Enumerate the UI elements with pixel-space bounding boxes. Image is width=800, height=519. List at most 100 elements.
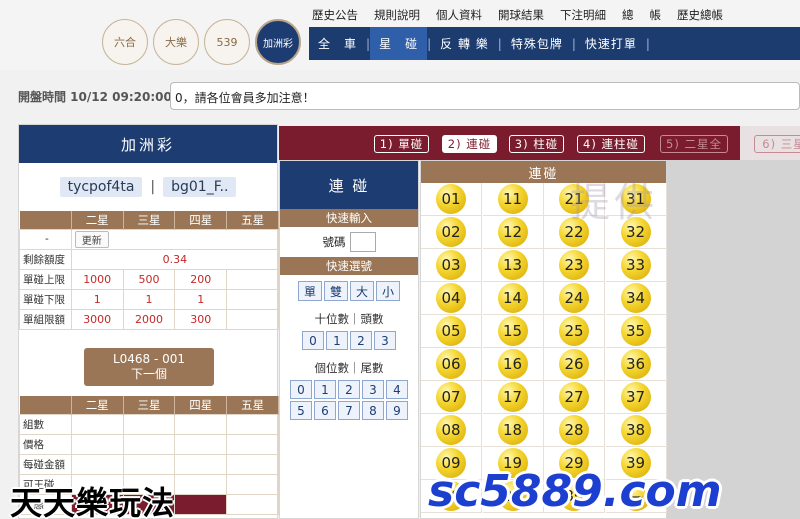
limit-value	[226, 268, 279, 290]
ball-cell: 23	[544, 249, 605, 282]
row-label: 每碰金額	[19, 453, 72, 475]
game-539[interactable]: 539	[204, 19, 250, 65]
col-header: 五星	[226, 396, 279, 414]
units-digit[interactable]: 4	[386, 380, 408, 399]
number-ball[interactable]: 14	[497, 283, 528, 313]
tens-digit[interactable]: 1	[326, 331, 348, 350]
nav-quick-bet[interactable]: 快速打單	[576, 27, 646, 60]
number-ball[interactable]: 18	[497, 415, 528, 445]
limit-value: 1000	[70, 268, 124, 290]
units-digits: 0 1 2 3 4 5 6 7 8 9	[289, 380, 409, 420]
refresh-dash: -	[19, 228, 72, 250]
tens-digit[interactable]: 2	[350, 331, 372, 350]
link-total[interactable]: 總	[622, 7, 634, 23]
number-ball[interactable]: 07	[436, 382, 466, 412]
units-digit[interactable]: 3	[362, 380, 384, 399]
number-ball[interactable]: 04	[436, 283, 466, 313]
link-history-notice[interactable]: 歷史公告	[312, 7, 358, 23]
refresh-button[interactable]: 更新	[74, 230, 109, 248]
link-account[interactable]: 帳	[650, 7, 662, 23]
ball-cell: 18	[482, 414, 544, 447]
announcement-bar: 開盤時間 10/12 09:20:00 0，請各位會員多加注意！	[0, 70, 800, 122]
tab-three-star[interactable]: 6) 三星	[754, 135, 800, 153]
number-ball[interactable]: 23	[559, 250, 589, 280]
number-ball[interactable]: 28	[559, 415, 589, 445]
top-links: 歷史公告 規則說明 個人資料 開球結果 下注明細 總 帳 歷史總帳	[312, 7, 739, 23]
game-dale[interactable]: 大樂	[153, 19, 199, 65]
ball-cell: 26	[544, 348, 605, 381]
odd-button[interactable]: 單	[298, 281, 322, 301]
ball-cell: 08	[421, 414, 482, 447]
number-ball[interactable]: 35	[620, 316, 651, 346]
quick-input-header: 快速輸入	[280, 209, 418, 227]
nav-reverse[interactable]: 反 轉 樂	[431, 27, 498, 60]
link-history-account[interactable]: 歷史總帳	[677, 7, 723, 23]
announcement-text: 0，請各位會員多加注意！	[170, 82, 800, 110]
nav-full[interactable]: 全 車	[309, 27, 366, 60]
game-liuhe[interactable]: 六合	[102, 19, 148, 65]
units-digit[interactable]: 1	[314, 380, 336, 399]
number-ball[interactable]: 26	[559, 349, 589, 379]
link-profile[interactable]: 個人資料	[436, 7, 482, 23]
units-digit[interactable]: 6	[314, 401, 336, 420]
number-ball[interactable]: 16	[497, 349, 528, 379]
tab-column[interactable]: 3) 柱碰	[509, 135, 564, 153]
number-ball[interactable]: 15	[497, 316, 528, 346]
link-bet-detail[interactable]: 下注明細	[560, 7, 606, 23]
units-digit[interactable]: 8	[362, 401, 384, 420]
units-digit[interactable]: 7	[338, 401, 360, 420]
tens-digit[interactable]: 0	[302, 331, 324, 350]
ball-cell: 11	[482, 183, 544, 216]
user-separator: |	[150, 179, 156, 195]
next-button[interactable]: L0468 - 001 下一個	[84, 348, 214, 386]
link-rules[interactable]: 規則說明	[374, 7, 420, 23]
units-digit[interactable]: 5	[290, 401, 312, 420]
left-panel: 加洲彩 tycpof4ta | bg01_F.. 二星 三星 四星 五星 - 更…	[18, 124, 280, 519]
game-california[interactable]: 加洲彩	[255, 19, 301, 65]
nav-star-hit[interactable]: 星 碰	[370, 27, 428, 60]
units-digit[interactable]: 9	[386, 401, 408, 420]
ball-cell: 02	[421, 216, 482, 249]
number-ball[interactable]: 11	[497, 184, 528, 214]
number-ball[interactable]: 38	[620, 415, 651, 445]
game-selector: 六合 大樂 539 加洲彩	[102, 19, 301, 65]
row-label: 剩餘額度	[19, 248, 72, 270]
number-ball[interactable]: 27	[559, 382, 589, 412]
number-ball[interactable]: 12	[497, 217, 528, 247]
big-button[interactable]: 大	[350, 281, 374, 301]
units-digit[interactable]: 0	[290, 380, 312, 399]
tab-two-star-all[interactable]: 5) 二星全	[660, 135, 728, 153]
nav-separator: |	[645, 36, 650, 51]
ball-cell: 34	[605, 282, 667, 315]
number-ball[interactable]: 33	[620, 250, 651, 280]
ball-cell: 01	[421, 183, 482, 216]
even-button[interactable]: 雙	[324, 281, 348, 301]
small-button[interactable]: 小	[376, 281, 400, 301]
number-ball[interactable]: 05	[436, 316, 466, 346]
number-ball[interactable]: 25	[559, 316, 589, 346]
number-ball[interactable]: 13	[497, 250, 528, 280]
number-ball[interactable]: 17	[497, 382, 528, 412]
number-ball[interactable]: 06	[436, 349, 466, 379]
number-ball[interactable]: 36	[620, 349, 651, 379]
tab-single[interactable]: 1) 單碰	[374, 135, 429, 153]
number-input[interactable]	[349, 232, 376, 252]
nav-special[interactable]: 特殊包牌	[502, 27, 572, 60]
units-digit[interactable]: 2	[338, 380, 360, 399]
tab-consecutive-column[interactable]: 4) 連柱碰	[577, 135, 645, 153]
number-ball[interactable]: 34	[620, 283, 651, 313]
number-ball[interactable]: 37	[620, 382, 651, 412]
number-ball[interactable]: 08	[436, 415, 466, 445]
number-ball[interactable]: 03	[436, 250, 466, 280]
quick-panel: 連 碰 快速輸入 號碼 快速選號 單 雙 大 小 十位數｜頭數 0 1 2 3 …	[279, 160, 419, 519]
ball-cell: 14	[482, 282, 544, 315]
quick-select-header: 快速選號	[280, 257, 418, 275]
tens-digit[interactable]: 3	[374, 331, 396, 350]
number-ball[interactable]: 01	[436, 184, 466, 214]
number-ball[interactable]: 24	[559, 283, 589, 313]
ball-cell: 06	[421, 348, 482, 381]
tab-consecutive[interactable]: 2) 連碰	[442, 135, 497, 153]
row-label: 單組限額	[19, 308, 72, 330]
number-ball[interactable]: 02	[436, 217, 466, 247]
link-results[interactable]: 開球結果	[498, 7, 544, 23]
